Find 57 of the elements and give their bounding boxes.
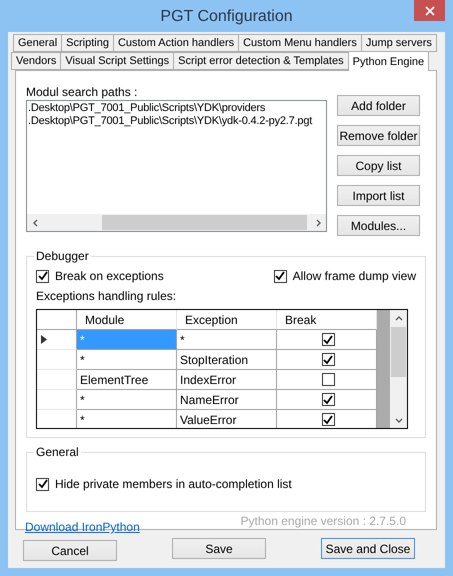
table-cell[interactable]: NameError <box>177 390 277 410</box>
checkbox[interactable] <box>36 478 49 490</box>
dialog-button[interactable]: Save <box>172 538 266 559</box>
close-icon <box>424 6 434 16</box>
tab[interactable]: Scripting <box>61 34 114 52</box>
allow-frame-dump-text: Allow frame dump view <box>292 269 416 283</box>
tab[interactable]: Script error detection & Templates <box>173 52 349 70</box>
tab[interactable]: Visual Script Settings <box>60 52 174 70</box>
table-cell[interactable]: IndexError <box>177 370 277 390</box>
break-checkbox[interactable] <box>322 393 334 406</box>
window-title: PGT Configuration <box>160 8 293 26</box>
table-cell[interactable]: * <box>177 330 277 350</box>
row-pointer-icon <box>41 335 47 344</box>
column-header[interactable]: Break <box>277 310 377 330</box>
break-checkbox[interactable] <box>322 353 334 366</box>
hide-private-text: Hide private members in auto-completion list <box>55 477 292 491</box>
tab[interactable]: Custom Action handlers <box>112 34 240 52</box>
list-button[interactable]: Modules... <box>337 215 420 236</box>
table-cell[interactable]: * <box>77 390 177 410</box>
dialog-button[interactable]: Save and Close <box>321 538 415 559</box>
tab[interactable]: Python Engine <box>348 51 430 71</box>
table-cell[interactable]: ElementTree <box>77 370 177 390</box>
search-paths-label: Modul search paths : <box>26 85 138 99</box>
checkbox[interactable] <box>36 270 49 282</box>
list-button[interactable]: Copy list <box>337 155 420 176</box>
column-header[interactable]: Module <box>77 310 177 330</box>
row-header[interactable] <box>37 330 77 350</box>
tab[interactable]: General <box>13 34 62 52</box>
break-checkbox[interactable] <box>322 413 334 426</box>
path-list[interactable]: .Desktop\PGT_7001_Public\Scripts\YDK\providers .Desktop\PGT_7001_Public\Scripts\YDK\ydk-0.4.2-py2.7.pgt <box>26 100 327 232</box>
download-link[interactable]: Download IronPython <box>25 520 140 534</box>
dialog-button[interactable]: Cancel <box>23 540 117 561</box>
rules-label: Exceptions handling rules: <box>36 289 178 303</box>
version-text: Python engine version : 2.7.5.0 <box>240 514 406 528</box>
checkbox[interactable] <box>274 270 287 282</box>
tab[interactable]: Jump servers <box>360 34 437 52</box>
list-button[interactable]: Add folder <box>337 95 420 116</box>
tab[interactable]: Custom Menu handlers <box>238 34 362 52</box>
table-cell[interactable]: StopIteration <box>177 350 277 370</box>
break-checkbox[interactable] <box>322 333 334 346</box>
close-button[interactable] <box>414 0 445 21</box>
scrollbar-thumb[interactable] <box>102 215 307 230</box>
path-item[interactable]: .Desktop\PGT_7001_Public\Scripts\YDK\ydk-0.4.2-py2.7.pgt <box>28 115 312 128</box>
list-button[interactable]: Remove folder <box>337 125 420 146</box>
table-cell[interactable]: * <box>77 410 177 428</box>
scrollbar-thumb[interactable] <box>391 327 406 377</box>
table-cell[interactable]: * <box>77 350 177 370</box>
column-header[interactable]: Exception <box>177 310 277 330</box>
table-cell[interactable]: ValueError <box>177 410 277 428</box>
group-title: Debugger <box>34 249 91 263</box>
path-item[interactable]: .Desktop\PGT_7001_Public\Scripts\YDK\providers <box>28 102 266 115</box>
tab[interactable]: Vendors <box>11 52 62 70</box>
list-button[interactable]: Import list <box>337 185 420 206</box>
break-checkbox[interactable] <box>322 373 334 386</box>
corner-header <box>37 310 77 330</box>
group-title: General <box>34 445 81 459</box>
break-on-exceptions-text: Break on exceptions <box>55 269 164 283</box>
